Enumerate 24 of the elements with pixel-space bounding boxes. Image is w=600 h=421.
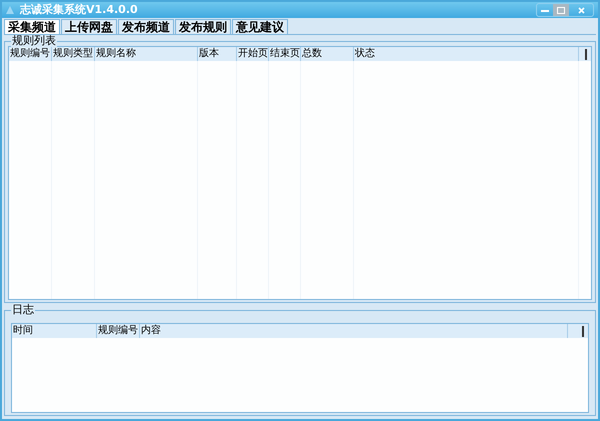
column-header[interactable]: 总数 [301,47,354,61]
tab[interactable]: 上传网盘 [61,19,117,34]
column-header[interactable]: 结束页 [269,47,301,61]
group-title: 日志 [11,304,35,316]
minimize-icon [541,8,549,12]
app-icon [4,4,16,16]
maximize-button[interactable] [553,4,569,16]
column-header[interactable]: 内容 [140,324,568,338]
close-icon [578,6,584,14]
column-header[interactable]: 版本 [198,47,237,61]
column-header[interactable]: 开始页 [237,47,269,61]
tab[interactable]: 发布规则 [175,19,231,34]
window-title: 志诚采集系统V1.4.0.0 [20,2,138,18]
column-header[interactable]: 规则名称 [95,47,198,61]
group-title: 规则列表 [11,35,57,47]
column-header[interactable]: 规则类型 [52,47,95,61]
column-header[interactable]: 时间 [12,324,97,338]
column-header[interactable]: 规则编号 [9,47,52,61]
tab[interactable]: 意见建议 [232,19,288,34]
tab[interactable]: 采集频道 [4,19,60,34]
maximize-icon [557,6,565,14]
column-header[interactable]: 状态 [354,47,579,61]
column-header[interactable]: 规则编号 [97,324,140,338]
tab[interactable]: 发布频道 [118,19,174,34]
